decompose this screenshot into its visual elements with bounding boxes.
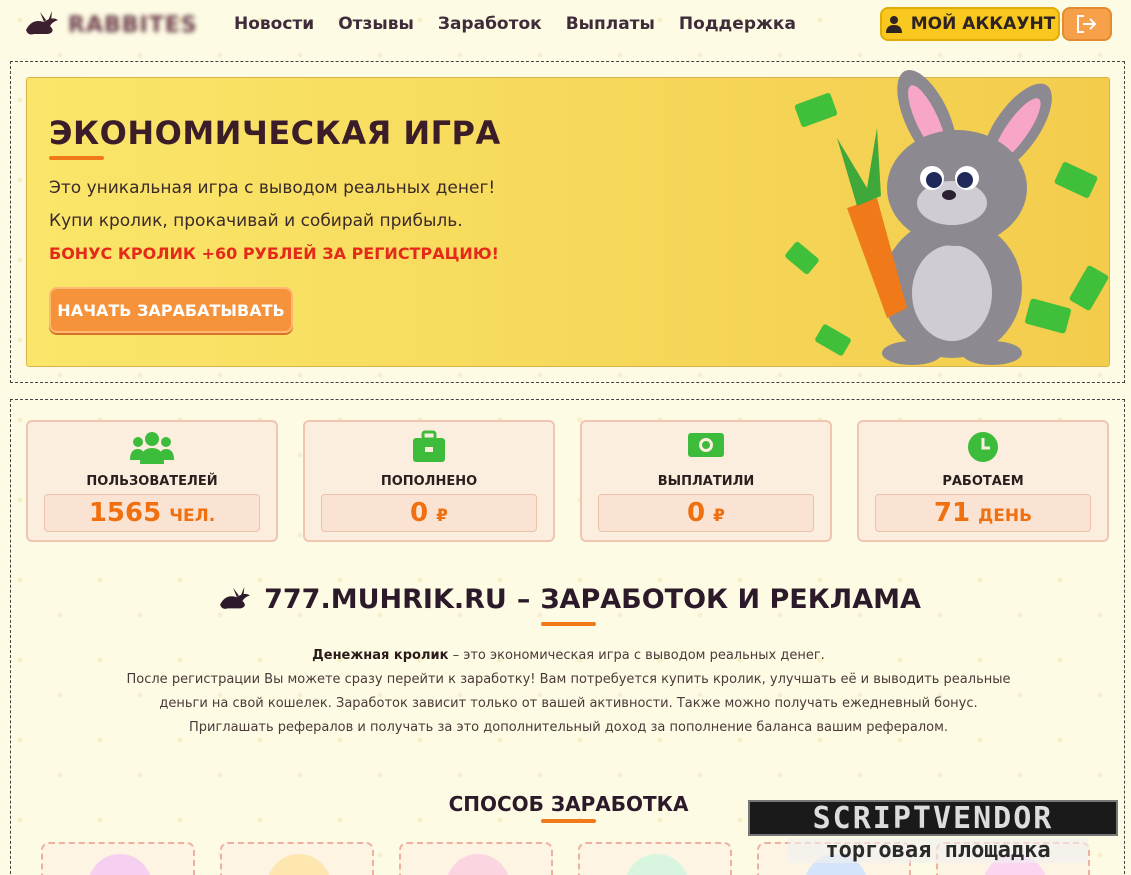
logo[interactable]: RABBITES	[22, 10, 198, 40]
nav-earnings[interactable]: Заработок	[438, 14, 542, 34]
stat-unit: ₽	[713, 506, 725, 526]
hero-section: ЭКОНОМИЧЕСКАЯ ИГРА Это уникальная игра с…	[10, 61, 1125, 383]
stat-paid-out: ВЫПЛАТИЛИ 0 ₽	[580, 420, 832, 542]
nav-support[interactable]: Поддержка	[679, 14, 796, 34]
stat-value-box: 0 ₽	[598, 494, 814, 532]
about-heading: 777.MUHRIK.RU – ЗАРАБОТОК И РЕКЛАМА	[11, 584, 1126, 626]
stat-days-working: РАБОТАЕМ 71 ДЕНЬ	[857, 420, 1109, 542]
methods-heading-underline	[541, 819, 596, 823]
method-card[interactable]	[399, 842, 553, 875]
my-account-label: МОЙ АККАУНТ	[910, 14, 1056, 34]
nav-news[interactable]: Новости	[234, 14, 314, 34]
users-icon	[130, 432, 174, 464]
stat-value: 1565	[88, 498, 162, 528]
method-card[interactable]	[220, 842, 374, 875]
rabbit-icon	[220, 586, 251, 609]
stat-value: 0	[410, 498, 429, 528]
stat-unit: ₽	[436, 506, 448, 526]
hero-line-2: Купи кролик, прокачивай и собирай прибыл…	[49, 211, 463, 231]
methods-heading-text: СПОСОБ ЗАРАБОТКА	[448, 792, 689, 816]
stat-value: 0	[687, 498, 706, 528]
nav-reviews[interactable]: Отзывы	[338, 14, 414, 34]
rabbit-logo-icon	[26, 11, 58, 35]
briefcase-icon	[413, 430, 445, 462]
method-card[interactable]	[578, 842, 732, 875]
method-icon	[446, 854, 510, 875]
hero-bonus: БОНУС КРОЛИК +60 РУБЛЕЙ ЗА РЕГИСТРАЦИЮ!	[49, 244, 499, 263]
stat-value-box: 0 ₽	[321, 494, 537, 532]
about-heading-text: ЗАРАБОТОК И РЕКЛАМА	[540, 584, 921, 615]
stat-label: ПОПОЛНЕНО	[380, 474, 478, 489]
hero-banner: ЭКОНОМИЧЕСКАЯ ИГРА Это уникальная игра с…	[26, 69, 1110, 367]
about-line-1: – это экономическая игра с выводом реаль…	[448, 648, 825, 663]
bunny-mascot-image	[785, 69, 1109, 365]
logout-icon	[1077, 15, 1097, 33]
stat-value: 71	[933, 498, 971, 528]
header: RABBITES Новости Отзывы Заработок Выплат…	[0, 0, 1131, 52]
stat-deposited: ПОПОЛНЕНО 0 ₽	[303, 420, 555, 542]
stat-value-box: 1565 ЧЕЛ.	[44, 494, 260, 532]
stat-value-box: 71 ДЕНЬ	[875, 494, 1091, 532]
main-nav: Новости Отзывы Заработок Выплаты Поддерж…	[234, 14, 796, 34]
stat-unit: ЧЕЛ.	[169, 506, 216, 526]
watermark: SCRIPTVENDOR торговая площадка	[748, 800, 1118, 870]
watermark-subtitle: торговая площадка	[788, 838, 1088, 863]
logo-text: RABBITES	[68, 12, 198, 38]
about-line-2: После регистрации Вы можете сразу перейт…	[126, 672, 1011, 735]
method-icon	[88, 854, 152, 875]
clock-icon	[968, 432, 998, 462]
money-icon	[688, 433, 724, 457]
hero-title: ЭКОНОМИЧЕСКАЯ ИГРА	[49, 114, 501, 152]
about-heading-underline	[541, 622, 596, 626]
stat-unit: ДЕНЬ	[978, 506, 1033, 526]
stat-users: ПОЛЬЗОВАТЕЛЕЙ 1565 ЧЕЛ.	[26, 420, 278, 542]
hero-line-1: Это уникальная игра с выводом реальных д…	[49, 178, 496, 198]
heading-dash: –	[516, 584, 531, 615]
logout-button[interactable]	[1062, 7, 1112, 41]
stat-label: ВЫПЛАТИЛИ	[657, 474, 755, 489]
method-card[interactable]	[41, 842, 195, 875]
watermark-title: SCRIPTVENDOR	[748, 800, 1118, 836]
stat-label: ПОЛЬЗОВАТЕЛЕЙ	[86, 474, 218, 489]
about-lead: Денежная кролик	[312, 648, 449, 663]
method-icon	[267, 854, 331, 875]
stat-label: РАБОТАЕМ	[942, 474, 1024, 489]
start-earning-button[interactable]: НАЧАТЬ ЗАРАБАТЫВАТЬ	[49, 287, 293, 333]
my-account-button[interactable]: МОЙ АККАУНТ	[880, 7, 1060, 41]
about-description: Денежная кролик – это экономическая игра…	[121, 644, 1016, 740]
user-icon	[885, 16, 902, 33]
nav-payouts[interactable]: Выплаты	[566, 14, 655, 34]
hero-title-underline	[49, 156, 104, 160]
site-domain: 777.MUHRIK.RU	[264, 584, 507, 615]
method-icon	[625, 854, 689, 875]
